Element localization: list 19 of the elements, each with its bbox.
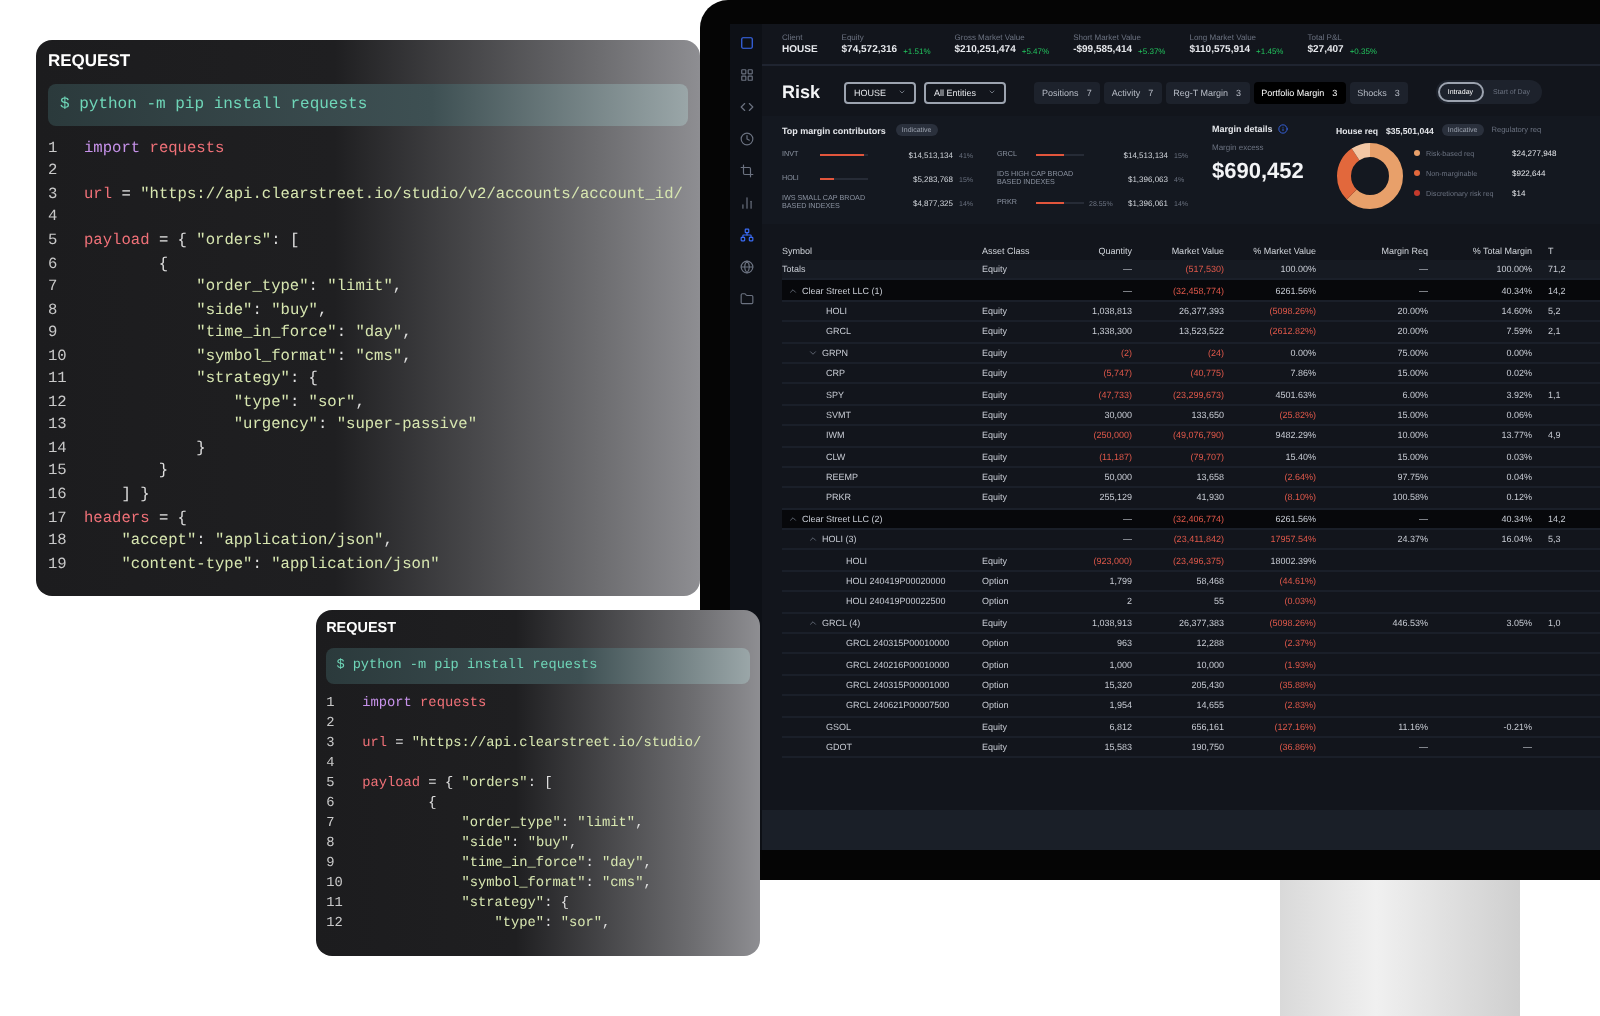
donut-chart-drawing [1336, 142, 1404, 210]
panel-title: REQUEST [48, 50, 133, 70]
sidebar-icon[interactable] [739, 260, 753, 274]
chevron-up-icon[interactable] [808, 617, 818, 628]
info-icon[interactable] [1278, 124, 1289, 134]
chevron-up-icon[interactable] [788, 285, 798, 296]
page-title: Risk [782, 82, 821, 102]
metric-value: $690,452 [1212, 160, 1306, 184]
sidebar-icon[interactable] [739, 292, 753, 306]
sidebar-icon[interactable] [739, 68, 753, 82]
chevron-up-icon[interactable] [788, 513, 798, 524]
sidebar-icon[interactable] [739, 36, 753, 50]
sidebar-icon[interactable] [739, 100, 753, 114]
sidebar-icon[interactable] [739, 132, 753, 146]
sidebar-icon[interactable] [739, 196, 753, 210]
sidebar-icon[interactable] [739, 228, 753, 242]
sidebar-icon[interactable] [739, 164, 753, 178]
chevron-up-icon[interactable] [808, 534, 818, 545]
chevron-down-icon[interactable] [808, 347, 818, 358]
